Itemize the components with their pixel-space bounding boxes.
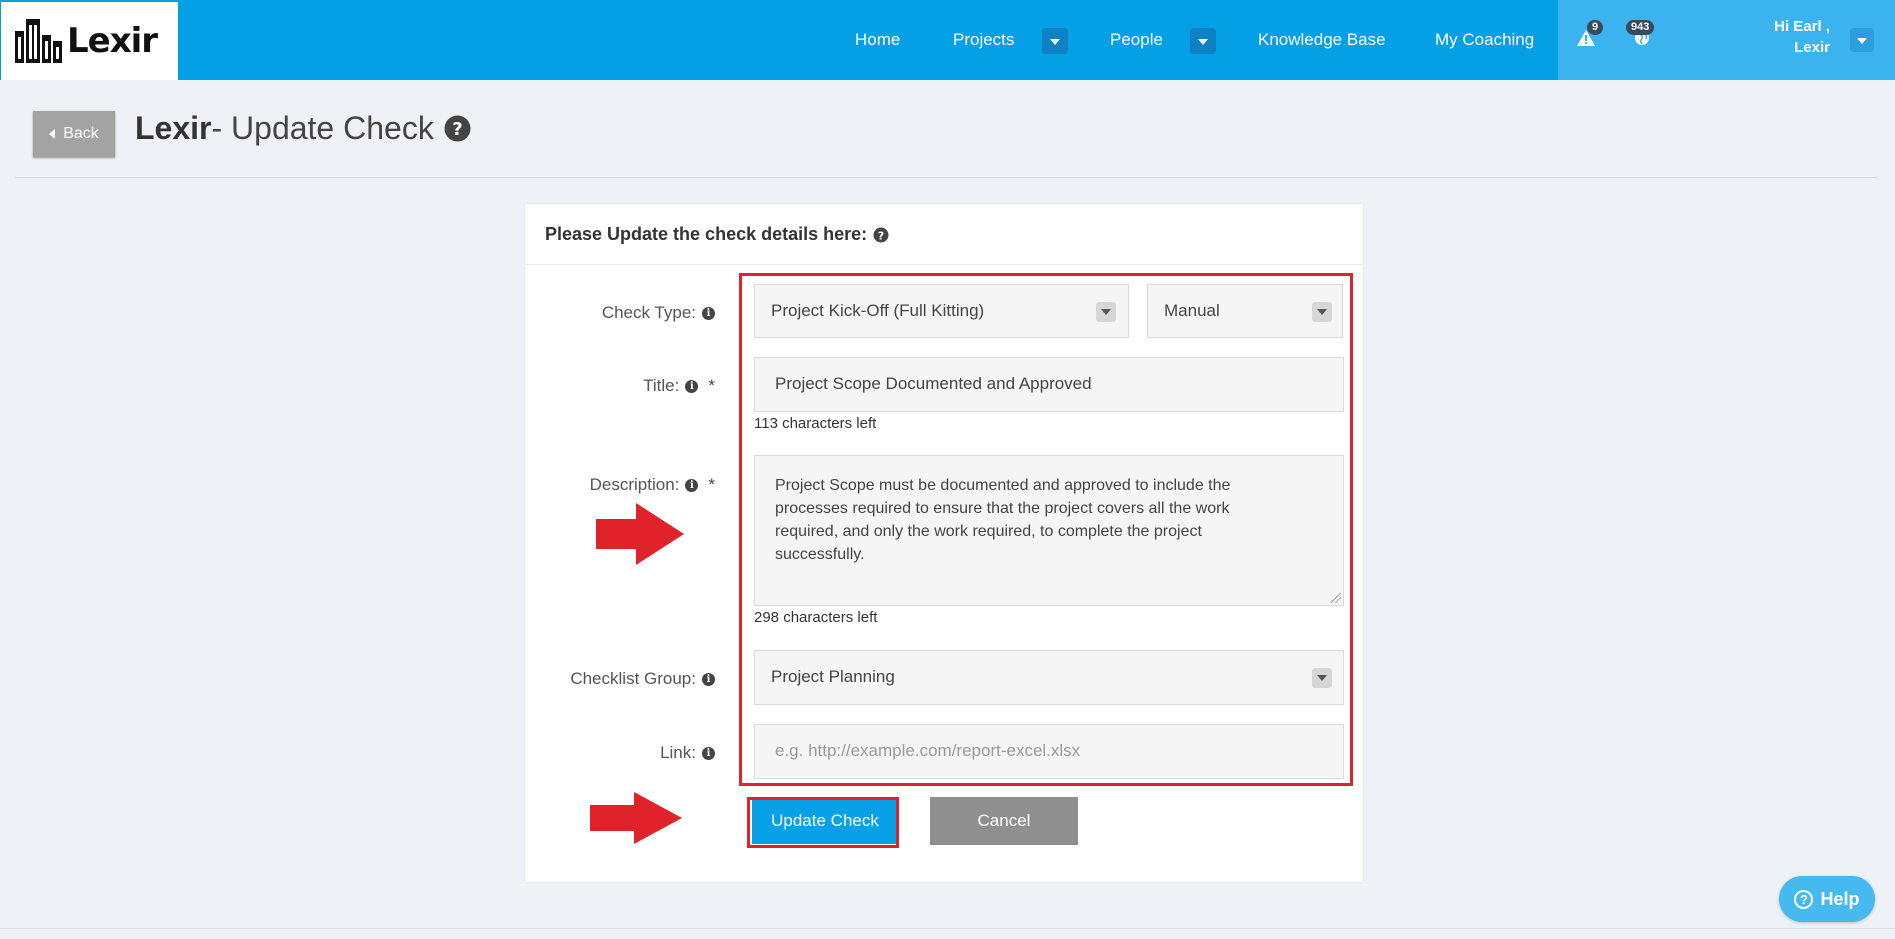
user-greeting[interactable]: Hi Earl , Lexir [1760, 16, 1830, 58]
info-icon[interactable]: i [685, 379, 699, 393]
checklist-group-label-text: Checklist Group: [570, 669, 696, 688]
nav-home[interactable]: Home [855, 0, 900, 80]
back-arrow-icon [49, 129, 56, 139]
check-type-label-text: Check Type: [601, 303, 696, 322]
svg-text:?: ? [878, 229, 884, 242]
company-name: Lexir [1794, 39, 1830, 56]
title-label: Title: i * [643, 376, 715, 396]
link-input[interactable]: e.g. http://example.com/report-excel.xls… [754, 724, 1344, 779]
top-navbar: Lexir Home Projects People Knowledge Bas… [0, 0, 1895, 80]
card-title: Please Update the check details here: ? [545, 224, 889, 245]
nav-knowledge-base[interactable]: Knowledge Base [1258, 0, 1386, 80]
card-header: Please Update the check details here: ? [525, 204, 1363, 265]
description-value: Project Scope must be documented and app… [775, 477, 1231, 563]
user-area: 9 943 [1558, 0, 1895, 80]
header-divider [15, 177, 1877, 178]
check-type-value: Project Kick-Off (Full Kitting) [771, 301, 985, 320]
page-title-text: - Update Check [211, 110, 434, 146]
check-mode-select[interactable]: Manual [1147, 284, 1343, 338]
nav-projects[interactable]: Projects [953, 0, 1014, 80]
checklist-group-value: Project Planning [771, 667, 895, 686]
required-asterisk: * [708, 376, 715, 395]
back-button[interactable]: Back [33, 111, 115, 157]
page-title-brand: Lexir [135, 110, 212, 146]
greeting-line: Hi Earl , [1774, 18, 1830, 35]
cancel-button[interactable]: Cancel [930, 797, 1078, 845]
title-char-counter: 113 characters left [754, 415, 877, 432]
title-label-text: Title: [643, 376, 680, 395]
nav-my-coaching[interactable]: My Coaching [1435, 0, 1534, 80]
globe-count-badge: 943 [1626, 20, 1655, 35]
annotation-arrow-icon [590, 792, 682, 844]
update-check-button[interactable]: Update Check [752, 798, 898, 844]
info-icon[interactable]: i [702, 746, 715, 760]
svg-text:?: ? [452, 119, 462, 140]
link-placeholder: e.g. http://example.com/report-excel.xls… [775, 741, 1081, 760]
info-icon[interactable]: i [702, 306, 715, 320]
projects-dropdown-caret[interactable] [1042, 28, 1068, 54]
check-type-select[interactable]: Project Kick-Off (Full Kitting) [754, 284, 1129, 338]
help-label: Help [1820, 888, 1860, 909]
description-char-counter: 298 characters left [754, 609, 878, 626]
nav-people[interactable]: People [1110, 0, 1163, 80]
user-menu-caret[interactable] [1850, 28, 1874, 52]
help-button[interactable]: ? Help [1779, 876, 1875, 922]
check-mode-value: Manual [1164, 301, 1220, 320]
card-title-text: Please Update the check details here: [545, 224, 868, 244]
footer-divider [0, 928, 1895, 929]
required-asterisk: * [708, 475, 715, 494]
chevron-down-icon [1312, 668, 1332, 688]
link-label: Link: i [660, 743, 715, 763]
description-label: Description: i * [590, 475, 715, 495]
chevron-down-icon [1096, 302, 1116, 322]
title-input[interactable]: Project Scope Documented and Approved [754, 357, 1344, 412]
checklist-group-select[interactable]: Project Planning [754, 650, 1344, 705]
resize-handle-icon[interactable] [1331, 593, 1341, 603]
checklist-group-label: Checklist Group: i [570, 669, 715, 689]
info-icon[interactable]: i [702, 672, 715, 686]
logo-text: Lexir [67, 21, 158, 61]
alerts-count-badge: 9 [1587, 20, 1604, 35]
annotation-arrow-icon [596, 503, 684, 565]
description-label-text: Description: [589, 475, 680, 494]
question-circle-icon: ? [1794, 889, 1814, 909]
logo[interactable]: Lexir [1, 2, 178, 80]
people-dropdown-caret[interactable] [1190, 28, 1216, 54]
page-title: Lexir- Update Check ? [135, 110, 471, 147]
info-icon[interactable]: i [685, 478, 699, 492]
description-textarea[interactable]: Project Scope must be documented and app… [754, 455, 1344, 606]
question-circle-icon[interactable]: ? [873, 227, 889, 243]
check-type-label: Check Type: i [602, 303, 715, 323]
link-label-text: Link: [660, 743, 696, 762]
building-logo-icon [15, 19, 62, 63]
question-circle-icon[interactable]: ? [444, 115, 471, 142]
title-value: Project Scope Documented and Approved [775, 374, 1092, 393]
chevron-down-icon [1312, 302, 1332, 322]
back-label: Back [63, 125, 99, 142]
